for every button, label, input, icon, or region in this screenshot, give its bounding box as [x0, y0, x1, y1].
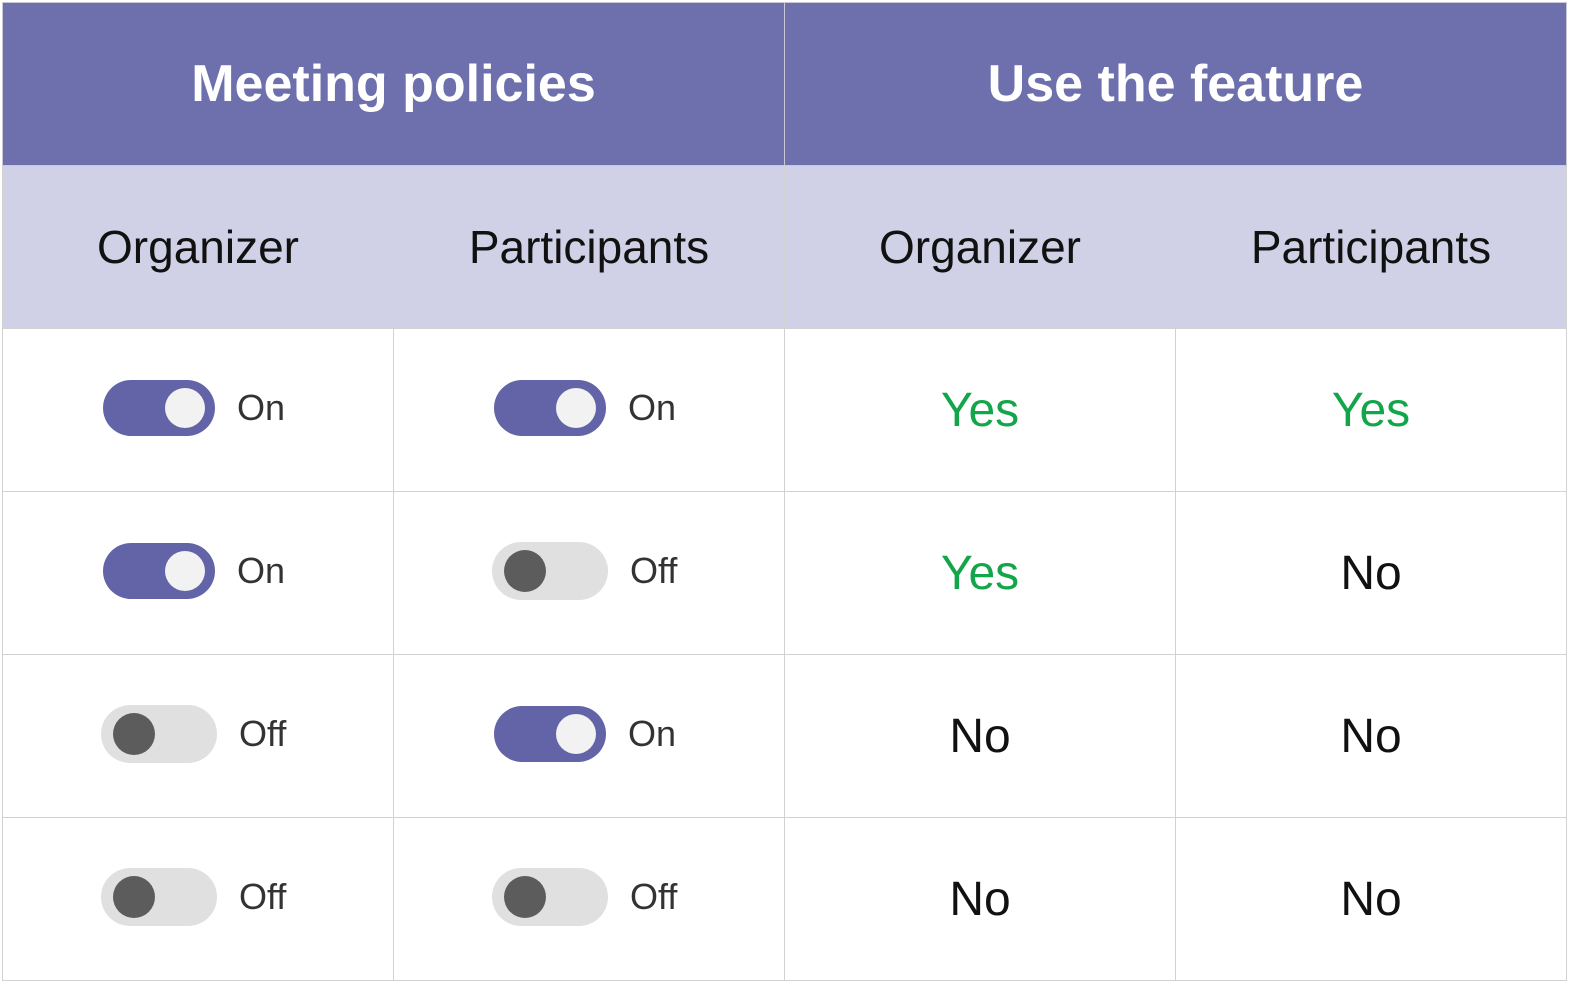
- toggle-knob: [556, 713, 596, 754]
- result-value: No: [949, 872, 1011, 926]
- result-cell: Yes: [784, 328, 1176, 492]
- toggle-control[interactable]: Off: [492, 867, 686, 926]
- toggle-switch[interactable]: [101, 704, 217, 763]
- policy-cell: Off: [393, 491, 785, 655]
- policy-table: Meeting policies Use the feature Organiz…: [2, 2, 1567, 981]
- result-cell: No: [1175, 491, 1567, 655]
- column-header: Organizer: [784, 165, 1176, 329]
- group-header-use-feature: Use the feature: [784, 2, 1567, 166]
- result-cell: No: [784, 817, 1176, 981]
- policy-cell: Off: [393, 817, 785, 981]
- table-row: On On Yes Yes: [2, 328, 1567, 492]
- table-row: Off Off No No: [2, 817, 1567, 981]
- result-value: No: [1340, 546, 1402, 600]
- toggle-switch[interactable]: [492, 541, 608, 600]
- result-value: Yes: [1331, 383, 1411, 437]
- toggle-switch[interactable]: [494, 705, 606, 762]
- policy-cell: On: [393, 328, 785, 492]
- table-row: Off On No No: [2, 654, 1567, 818]
- column-header: Organizer: [2, 165, 394, 329]
- toggle-switch[interactable]: [103, 542, 215, 599]
- table-row: On Off Yes No: [2, 491, 1567, 655]
- result-cell: Yes: [784, 491, 1176, 655]
- toggle-knob: [113, 875, 155, 918]
- toggle-control[interactable]: On: [103, 379, 293, 436]
- toggle-control[interactable]: On: [494, 705, 684, 762]
- toggle-knob: [165, 550, 205, 591]
- toggle-switch[interactable]: [492, 867, 608, 926]
- policy-cell: Off: [2, 817, 394, 981]
- toggle-control[interactable]: Off: [101, 867, 295, 926]
- toggle-control[interactable]: On: [494, 379, 684, 436]
- toggle-switch[interactable]: [494, 379, 606, 436]
- toggle-knob: [504, 549, 546, 592]
- result-value: Yes: [940, 546, 1020, 600]
- toggle-knob: [113, 712, 155, 755]
- toggle-knob: [556, 387, 596, 428]
- result-value: No: [1340, 709, 1402, 763]
- result-value: No: [1340, 872, 1402, 926]
- policy-cell: On: [2, 491, 394, 655]
- toggle-switch[interactable]: [101, 867, 217, 926]
- result-cell: No: [1175, 654, 1567, 818]
- toggle-control[interactable]: Off: [101, 704, 295, 763]
- toggle-label: Off: [630, 549, 678, 591]
- policy-cell: On: [2, 328, 394, 492]
- group-header-meeting-policies: Meeting policies: [2, 2, 785, 166]
- policy-cell: On: [393, 654, 785, 818]
- toggle-control[interactable]: Off: [492, 541, 686, 600]
- toggle-label: On: [237, 386, 286, 428]
- column-header: Participants: [393, 165, 785, 329]
- toggle-label: On: [237, 549, 286, 591]
- toggle-switch[interactable]: [103, 379, 215, 436]
- result-cell: No: [784, 654, 1176, 818]
- toggle-knob: [165, 387, 205, 428]
- result-cell: Yes: [1175, 328, 1567, 492]
- toggle-control[interactable]: On: [103, 542, 293, 599]
- result-value: Yes: [940, 383, 1020, 437]
- result-value: No: [949, 709, 1011, 763]
- toggle-label: Off: [239, 712, 287, 754]
- toggle-label: On: [628, 386, 677, 428]
- column-header: Participants: [1175, 165, 1567, 329]
- result-cell: No: [1175, 817, 1567, 981]
- toggle-label: Off: [239, 875, 287, 917]
- toggle-knob: [504, 875, 546, 918]
- toggle-label: On: [628, 712, 677, 754]
- policy-cell: Off: [2, 654, 394, 818]
- toggle-label: Off: [630, 875, 678, 917]
